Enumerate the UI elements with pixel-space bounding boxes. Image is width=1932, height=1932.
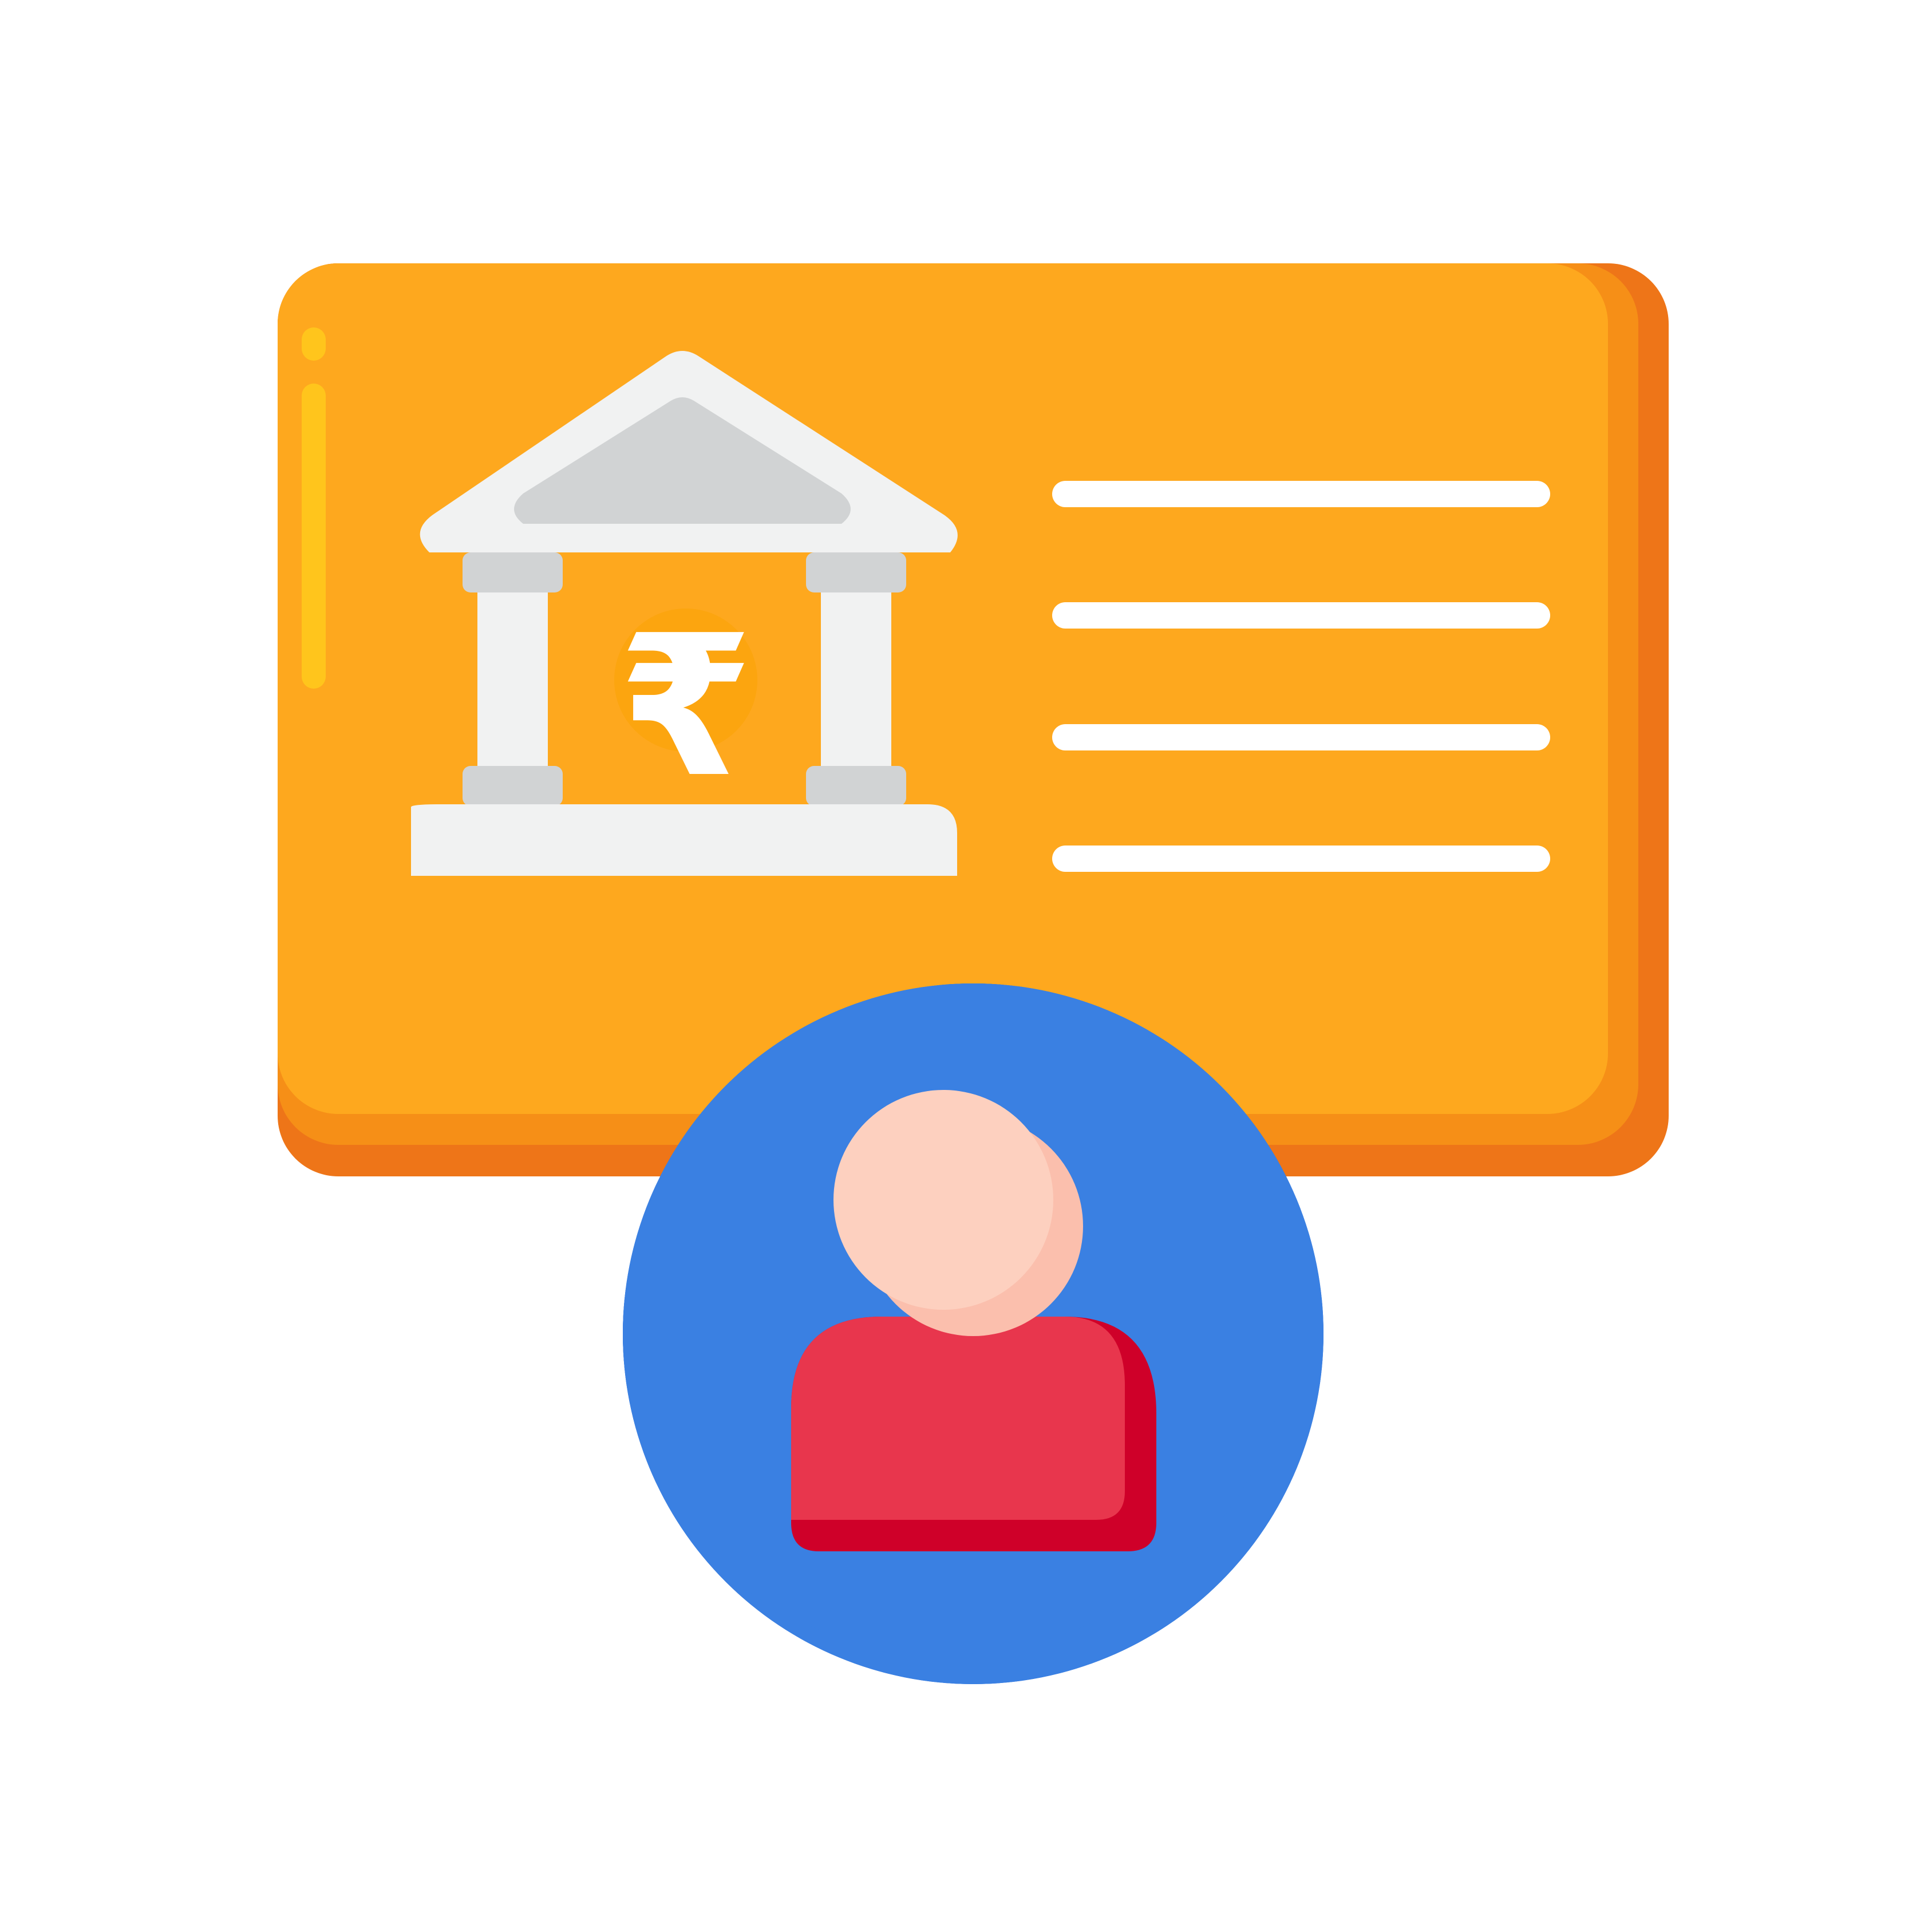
left-column-capital — [463, 552, 563, 592]
rupee-icon: ₹ — [618, 594, 754, 820]
left-column — [477, 592, 548, 767]
right-column-base — [806, 766, 906, 806]
detail-line-2 — [1052, 602, 1550, 629]
right-column — [821, 592, 891, 767]
user-body — [791, 1317, 1125, 1520]
user-head — [833, 1090, 1053, 1310]
right-column-capital — [806, 552, 906, 592]
detail-line-3 — [1052, 724, 1550, 750]
detail-line-4 — [1052, 846, 1550, 872]
illustration-canvas: ₹ — [0, 0, 1932, 1932]
card-highlight-bar — [302, 384, 326, 689]
detail-line-1 — [1052, 481, 1550, 507]
left-column-base — [463, 766, 563, 806]
card-highlight-dot — [302, 327, 326, 361]
bank-account-user-illustration: ₹ — [278, 263, 1669, 1684]
